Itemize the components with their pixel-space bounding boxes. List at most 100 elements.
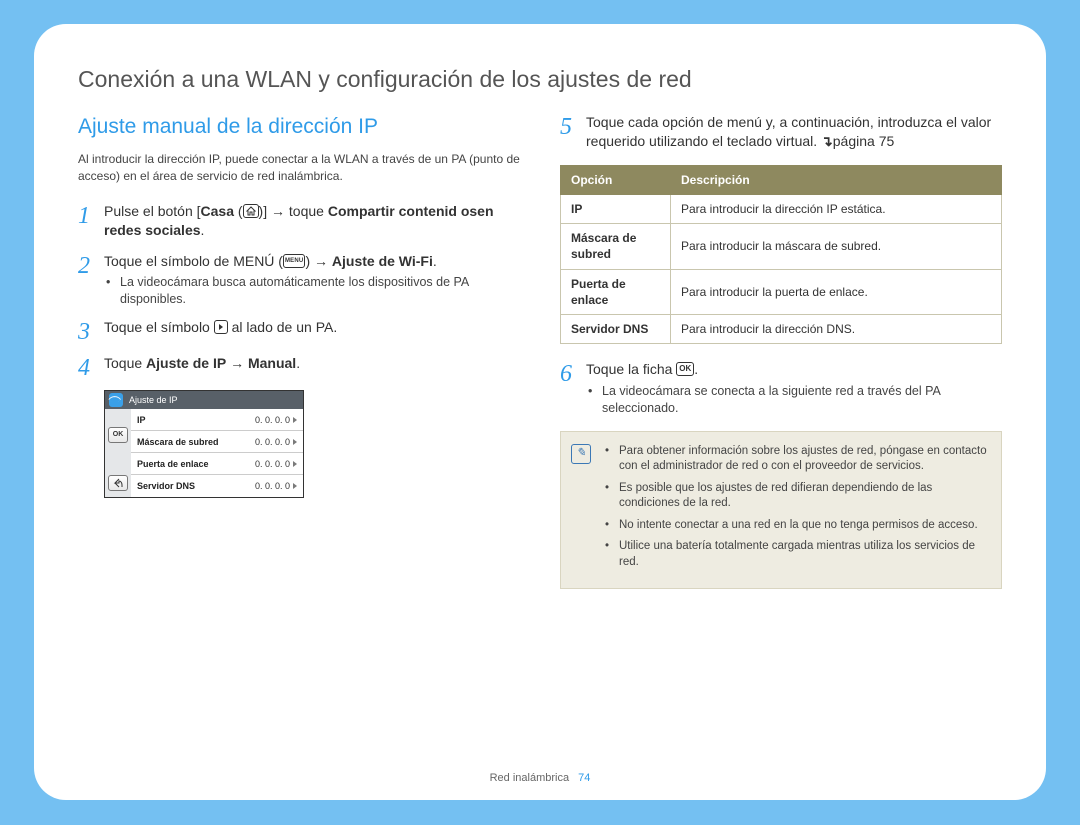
manual-page: Conexión a una WLAN y configuración de l…	[34, 24, 1046, 800]
note-icon: ✎	[571, 444, 599, 577]
step-number: 3	[78, 318, 104, 344]
ok-icon: OK	[676, 362, 694, 376]
text: La videocámara se conecta a la siguiente…	[602, 383, 1002, 417]
chevron-right-icon	[293, 439, 297, 445]
chevron-right-icon	[293, 483, 297, 489]
text: Para obtener información sobre los ajust…	[619, 444, 987, 475]
row-label: Servidor DNS	[137, 480, 195, 492]
option-name: Puerta de enlace	[561, 269, 671, 314]
text: La videocámara busca automáticamente los…	[120, 274, 520, 308]
arrow-right-icon: →	[230, 355, 244, 371]
text: Ajuste de Wi-Fi	[332, 253, 433, 269]
device-row[interactable]: IP 0. 0. 0. 0	[131, 409, 303, 431]
option-name: IP	[561, 195, 671, 224]
device-sidebar: OK	[105, 409, 131, 497]
text: )]	[259, 203, 271, 219]
page-footer: Red inalámbrica 74	[34, 771, 1046, 786]
menu-icon: MENU	[283, 254, 305, 268]
page-number: 74	[578, 772, 590, 784]
device-rows: IP 0. 0. 0. 0 Máscara de subred 0. 0. 0.…	[131, 409, 303, 497]
text: Ajuste de IP	[146, 355, 226, 371]
text: Toque la ficha	[586, 361, 676, 377]
text: .	[201, 222, 205, 238]
device-screenshot: Ajuste de IP OK IP 0. 0. 0. 0	[104, 390, 304, 498]
option-name: Servidor DNS	[561, 314, 671, 343]
text: .	[694, 361, 698, 377]
home-icon	[243, 204, 259, 218]
text: Toque el símbolo de MENÚ (	[104, 253, 283, 269]
step-2: 2 Toque el símbolo de MENÚ (MENU) → Ajus…	[78, 252, 520, 309]
table-row: IP Para introducir la dirección IP estát…	[561, 195, 1002, 224]
chevron-right-icon	[214, 320, 228, 334]
note-item: •Es posible que los ajustes de red difie…	[605, 481, 987, 512]
page-reference: página 75	[833, 133, 895, 149]
col-header-option: Opción	[561, 165, 671, 194]
right-column: 5 Toque cada opción de menú y, a continu…	[560, 113, 1002, 589]
step-5: 5 Toque cada opción de menú y, a continu…	[560, 113, 1002, 153]
arrow-right-icon: →	[314, 253, 328, 269]
device-row[interactable]: Servidor DNS 0. 0. 0. 0	[131, 475, 303, 497]
left-column: Ajuste manual de la dirección IP Al intr…	[78, 113, 520, 589]
text: Es posible que los ajustes de red difier…	[619, 481, 987, 512]
text: .	[296, 355, 300, 371]
device-row[interactable]: Máscara de subred 0. 0. 0. 0	[131, 431, 303, 453]
table-row: Puerta de enlace Para introducir la puer…	[561, 269, 1002, 314]
note-item: •No intente conectar a una red en la que…	[605, 518, 987, 534]
device-header: Ajuste de IP	[105, 391, 303, 409]
ok-button[interactable]: OK	[108, 427, 128, 443]
text: No intente conectar a una red en la que …	[619, 518, 978, 534]
row-label: IP	[137, 414, 146, 426]
note-item: •Para obtener información sobre los ajus…	[605, 444, 987, 475]
note-item: •Utilice una batería totalmente cargada …	[605, 539, 987, 570]
text: toque	[285, 203, 328, 219]
row-value: 0. 0. 0. 0	[255, 414, 290, 426]
option-desc: Para introducir la dirección IP estática…	[671, 195, 1002, 224]
text: Utilice una batería totalmente cargada m…	[619, 539, 987, 570]
option-name: Máscara de subred	[561, 224, 671, 269]
back-button[interactable]	[108, 475, 128, 491]
text: Pulse el botón [	[104, 203, 201, 219]
row-value: 0. 0. 0. 0	[255, 436, 290, 448]
page-title: Conexión a una WLAN y configuración de l…	[78, 64, 1002, 95]
note-box: ✎ •Para obtener información sobre los aj…	[560, 431, 1002, 590]
text: Toque el símbolo	[104, 319, 214, 335]
option-desc: Para introducir la dirección DNS.	[671, 314, 1002, 343]
step-6: 6 Toque la ficha OK. • La videocámara se…	[560, 360, 1002, 417]
step-number: 2	[78, 252, 104, 309]
row-value: 0. 0. 0. 0	[255, 458, 290, 470]
device-title: Ajuste de IP	[129, 394, 178, 406]
step-4: 4 Toque Ajuste de IP → Manual.	[78, 354, 520, 380]
text: Toque cada opción de menú y, a continuac…	[586, 114, 991, 149]
option-desc: Para introducir la máscara de subred.	[671, 224, 1002, 269]
reference-arrow-icon: ↴	[821, 133, 833, 149]
text: Casa	[201, 203, 234, 219]
text: al lado de un PA.	[228, 319, 337, 335]
text: (	[234, 203, 243, 219]
row-label: Máscara de subred	[137, 436, 219, 448]
wifi-icon	[109, 393, 123, 407]
step-number: 6	[560, 360, 586, 417]
step-1: 1 Pulse el botón [Casa ()] → toque Compa…	[78, 202, 520, 242]
row-label: Puerta de enlace	[137, 458, 209, 470]
text: Manual	[248, 355, 296, 371]
intro-text: Al introducir la dirección IP, puede con…	[78, 151, 520, 183]
footer-section: Red inalámbrica	[490, 772, 569, 784]
col-header-description: Descripción	[671, 165, 1002, 194]
table-row: Máscara de subred Para introducir la más…	[561, 224, 1002, 269]
option-desc: Para introducir la puerta de enlace.	[671, 269, 1002, 314]
step-3: 3 Toque el símbolo al lado de un PA.	[78, 318, 520, 344]
text: )	[305, 253, 314, 269]
table-row: Servidor DNS Para introducir la direcció…	[561, 314, 1002, 343]
options-table: Opción Descripción IP Para introducir la…	[560, 165, 1002, 344]
sub-bullet: • La videocámara busca automáticamente l…	[106, 274, 520, 308]
sub-bullet: • La videocámara se conecta a la siguien…	[588, 383, 1002, 417]
section-title: Ajuste manual de la dirección IP	[78, 113, 520, 141]
row-value: 0. 0. 0. 0	[255, 480, 290, 492]
text: Toque	[104, 355, 146, 371]
device-row[interactable]: Puerta de enlace 0. 0. 0. 0	[131, 453, 303, 475]
step-number: 1	[78, 202, 104, 242]
chevron-right-icon	[293, 417, 297, 423]
arrow-right-icon: →	[271, 203, 285, 219]
step-number: 5	[560, 113, 586, 153]
step-number: 4	[78, 354, 104, 380]
